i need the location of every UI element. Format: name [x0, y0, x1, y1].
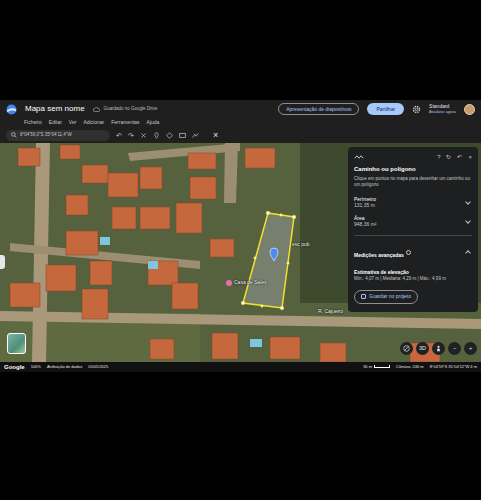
top-black-area — [0, 0, 481, 100]
redo-button[interactable]: ↷ — [128, 132, 134, 139]
search-box[interactable] — [6, 130, 110, 141]
person-icon — [435, 345, 442, 352]
help-button[interactable]: ? — [437, 154, 440, 160]
menu-item[interactable]: Editar — [49, 120, 62, 125]
scale-text: 30 m — [363, 364, 372, 369]
elevation-label: Estimativa de elevação — [354, 269, 472, 277]
map-label-text: Casa de Sales — [234, 279, 267, 285]
street-view-button[interactable] — [432, 342, 445, 355]
plan-info[interactable]: Standard Atualizar agora — [429, 104, 456, 114]
elevation-value: Mín.: 4,07 m | Mediana: 4,29 m | Máx.: 4… — [354, 276, 472, 282]
info-icon[interactable] — [406, 250, 411, 255]
upgrade-link[interactable]: Atualizar agora — [429, 110, 456, 115]
imagery-date: 05/05/2025 — [88, 365, 108, 369]
map-label-text: R. Cajueiro — [318, 308, 343, 314]
map-label[interactable]: Casa de Sales — [226, 280, 267, 286]
scale-bar: 30 m — [363, 365, 390, 369]
toolbar: ↶ ↷ × — [0, 127, 481, 143]
menu-item[interactable]: Adicionar — [83, 120, 104, 125]
path-tool-icon — [354, 154, 364, 160]
placemark-icon[interactable] — [153, 132, 160, 139]
panel-title: Caminho ou polígono — [354, 165, 472, 174]
save-status: Guardado no Google Drive — [93, 106, 158, 113]
save-status-text: Guardado no Google Drive — [104, 106, 158, 113]
save-icon — [361, 294, 366, 299]
map-controls: 3D −+ — [400, 342, 477, 355]
metric-text: Área948,36 m² — [354, 215, 377, 228]
undo-button[interactable]: ↶ — [116, 132, 122, 139]
map-label[interactable]: R. Cajueiro — [318, 309, 343, 315]
avatar[interactable] — [464, 104, 475, 115]
cloud-icon — [93, 107, 100, 112]
chevron-down-icon[interactable] — [465, 218, 471, 224]
reset-button[interactable]: ↻ — [446, 154, 451, 160]
panel-header: ? ↻ ↶ × — [354, 152, 472, 162]
close-panel-button[interactable]: × — [468, 154, 472, 160]
side-panel-handle[interactable] — [0, 255, 5, 269]
google-earth-logo-icon — [6, 104, 17, 115]
save-to-project-button[interactable]: Guardar no projeto — [354, 290, 418, 304]
slideshow-button[interactable]: Apresentação de diapositivos — [278, 103, 359, 115]
metric-value: 131,35 m — [354, 202, 376, 209]
undo-button[interactable]: ↶ — [457, 154, 462, 160]
chevron-down-icon[interactable] — [465, 199, 471, 205]
search-input[interactable] — [20, 132, 105, 139]
menu-bar: Ficheiro Editar Ver Adicionar Ferramentas Aju… — [0, 118, 481, 127]
zoom-out-button[interactable]: − — [448, 342, 461, 355]
metric-label: Área — [354, 215, 377, 222]
divider — [354, 235, 472, 236]
advanced-header[interactable]: Medições avançadas — [354, 240, 472, 264]
compass-icon — [403, 345, 410, 352]
map-label[interactable]: esc pub — [292, 242, 310, 248]
app-header: Mapa sem nome Guardado no Google Drive A… — [0, 100, 481, 143]
layers-icon[interactable] — [166, 132, 173, 139]
menu-item[interactable]: Ver — [69, 120, 77, 125]
map-view[interactable]: ? ↻ ↶ × Caminho ou polígono Clique em ponto… — [0, 143, 481, 362]
advanced-body: Estimativa de elevação Mín.: 4,07 m | Me… — [354, 269, 472, 283]
layers-button[interactable] — [7, 333, 26, 354]
search-icon — [11, 132, 17, 138]
metrics-list: Perímetro131,35 m Área948,36 m² — [354, 193, 472, 231]
3d-toggle-button[interactable]: 3D — [416, 342, 429, 355]
zoom-level[interactable]: 100% — [31, 365, 41, 369]
cursor-coordinates: 8°04'59"S 35°04'12"W 4 m — [430, 365, 477, 369]
map-title[interactable]: Mapa sem nome — [25, 104, 85, 114]
map-label-text: esc pub — [292, 241, 310, 247]
scale-line — [374, 365, 390, 368]
measure-panel: ? ↻ ↶ × Caminho ou polígono Clique em ponto… — [348, 147, 478, 312]
status-bar: Google 100% Atribuição de dados 05/05/20… — [0, 362, 481, 372]
image-icon[interactable] — [179, 132, 186, 139]
compass-button[interactable] — [400, 342, 413, 355]
google-brand: Google — [4, 364, 25, 370]
metric-label: Perímetro — [354, 196, 376, 203]
data-attribution[interactable]: Atribuição de dados — [47, 365, 82, 369]
metric-row[interactable]: Área948,36 m² — [354, 212, 472, 231]
close-tool-button[interactable]: × — [213, 131, 218, 140]
metric-row[interactable]: Perímetro131,35 m — [354, 193, 472, 212]
gear-icon[interactable] — [412, 105, 421, 114]
zoom-in-button[interactable]: + — [464, 342, 477, 355]
tool-icon[interactable] — [140, 132, 147, 139]
menu-item[interactable]: Ajuda — [147, 120, 160, 125]
metric-value: 948,36 m² — [354, 221, 377, 228]
metric-text: Perímetro131,35 m — [354, 196, 376, 209]
expand-chevron-icon[interactable] — [465, 250, 471, 256]
advanced-title: Medições avançadas — [354, 252, 404, 258]
title-row: Mapa sem nome Guardado no Google Drive A… — [0, 100, 481, 118]
menu-item[interactable]: Ficheiro — [24, 120, 42, 125]
menu-item[interactable]: Ferramentas — [111, 120, 139, 125]
share-button[interactable]: Partilhar — [367, 103, 404, 115]
camera-altitude: Câmara: 246 m — [396, 365, 424, 369]
save-to-project-label: Guardar no projeto — [369, 293, 411, 301]
measure-icon[interactable] — [192, 132, 199, 139]
panel-instructions: Clique em pontos no mapa para desenhar u… — [354, 176, 472, 188]
place-pin-icon — [226, 280, 232, 286]
